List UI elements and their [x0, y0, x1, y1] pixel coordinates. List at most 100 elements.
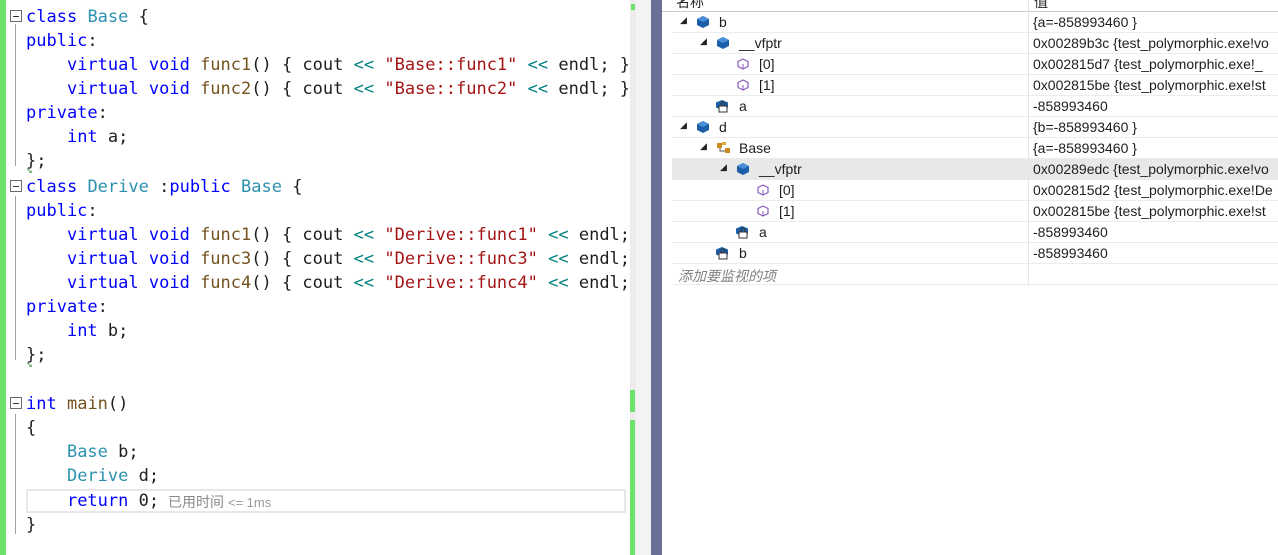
elapsed-label: 已用时间 — [168, 494, 224, 510]
watch-row[interactable]: [1] 0x002815be {test_polymorphic.exe!st — [672, 75, 1278, 96]
code-line[interactable]: } — [0, 513, 630, 537]
code-line[interactable]: public: — [0, 199, 630, 223]
watch-item-name: [1] — [779, 203, 795, 219]
object-icon — [696, 15, 710, 29]
watch-row[interactable]: b -858993460 — [672, 243, 1278, 264]
watch-row[interactable]: a -858993460 — [672, 96, 1278, 117]
fold-guide — [15, 196, 16, 360]
code-text: class Derive :public Base { — [26, 175, 302, 199]
watch-row[interactable]: [1] 0x002815be {test_polymorphic.exe!st — [672, 201, 1278, 222]
code-token: int — [26, 394, 57, 414]
code-token: void — [148, 249, 190, 269]
watch-item-value: {b=-858993460 } — [1033, 119, 1137, 135]
watch-item-name: [0] — [759, 56, 775, 72]
code-token: int — [66, 127, 98, 147]
code-token: public — [169, 177, 231, 197]
column-header-value[interactable]: 值 — [1034, 0, 1048, 12]
watch-row[interactable]: [0] 0x002815d2 {test_polymorphic.exe!De — [672, 180, 1278, 201]
code-text: virtual void func2() { cout << "Base::fu… — [26, 77, 630, 101]
method-icon — [736, 78, 750, 92]
code-line[interactable]: }; — [0, 149, 630, 173]
code-line[interactable]: Derive d; — [0, 464, 630, 488]
code-editor[interactable]: class Base {public: virtual void func1()… — [0, 0, 630, 555]
code-line[interactable]: Base b; — [0, 440, 630, 464]
collapse-toggle-icon[interactable] — [10, 180, 22, 192]
column-header-name[interactable]: 名称 — [676, 0, 704, 12]
pane-splitter[interactable] — [636, 0, 651, 555]
code-token: "Base::func1" — [384, 55, 518, 75]
code-line[interactable]: virtual void func2() { cout << "Base::fu… — [0, 77, 630, 101]
expand-collapse-icon[interactable]: ◢ — [680, 120, 687, 131]
expand-collapse-icon[interactable]: ◢ — [720, 162, 727, 173]
add-watch-placeholder[interactable]: 添加要监视的项 — [678, 266, 776, 286]
code-line[interactable]: public: — [0, 29, 630, 53]
watch-item-name: b — [719, 14, 727, 30]
code-token: main — [66, 394, 108, 414]
code-line[interactable]: virtual void func4() { cout << "Derive::… — [0, 271, 630, 295]
code-line[interactable]: virtual void func1() { cout << "Base::fu… — [0, 53, 630, 77]
collapse-toggle-icon[interactable] — [10, 10, 22, 22]
code-token: virtual — [66, 79, 139, 99]
code-token: << — [353, 249, 375, 269]
watch-item-name: a — [739, 98, 747, 114]
code-text: int b; — [26, 319, 128, 343]
elapsed-time-hint: 已用时间 <= 1ms — [168, 492, 271, 512]
code-line[interactable]: private: — [0, 295, 630, 319]
collapse-toggle-icon[interactable] — [10, 397, 22, 409]
code-line[interactable]: private: — [0, 101, 630, 125]
expand-collapse-icon[interactable]: ◢ — [700, 36, 707, 47]
code-token: << — [548, 249, 569, 269]
code-token: { — [26, 418, 37, 438]
code-token: << — [353, 55, 375, 75]
code-text: Base b; — [26, 440, 139, 464]
code-line[interactable]: virtual void func1() { cout << "Derive::… — [0, 223, 630, 247]
code-line[interactable]: { — [0, 416, 630, 440]
watch-row[interactable]: ◢ __vfptr 0x00289b3c {test_polymorphic.exe… — [672, 33, 1278, 54]
code-token: d; — [128, 466, 160, 486]
code-token: () — [107, 394, 129, 414]
code-line[interactable]: }; — [0, 343, 630, 367]
watch-item-name: [1] — [759, 77, 775, 93]
code-line[interactable]: virtual void func3() { cout << "Derive::… — [0, 247, 630, 271]
code-line[interactable]: int b; — [0, 319, 630, 343]
code-token: void — [148, 79, 190, 99]
code-text: private: — [26, 295, 108, 319]
code-token: Base — [87, 7, 129, 27]
code-text: virtual void func1() { cout << "Base::fu… — [26, 53, 630, 77]
code-token: endl; } — [548, 55, 630, 75]
watch-row[interactable]: ◢ d {b=-858993460 } — [672, 117, 1278, 138]
code-line[interactable]: int a; — [0, 125, 630, 149]
watch-row[interactable]: ◢ Base {a=-858993460 } — [672, 138, 1278, 159]
code-token: << — [548, 225, 569, 245]
expand-collapse-icon[interactable]: ◢ — [700, 141, 707, 152]
watch-row[interactable]: ◢ __vfptr 0x00289edc {test_polymorphic.exe… — [672, 159, 1278, 180]
code-line[interactable]: class Base { — [0, 5, 630, 29]
code-token: "Derive::func3" — [384, 249, 538, 269]
watch-row[interactable]: [0] 0x002815d7 {test_polymorphic.exe!_ — [672, 54, 1278, 75]
code-line[interactable]: class Derive :public Base { — [0, 175, 630, 199]
watch-row[interactable]: a -858993460 — [672, 222, 1278, 243]
expand-collapse-icon[interactable]: ◢ — [680, 15, 687, 26]
object-icon — [696, 120, 710, 134]
code-token: a; — [97, 127, 129, 147]
code-line[interactable] — [0, 367, 630, 391]
code-line[interactable]: int main() — [0, 392, 630, 416]
code-token: : — [97, 103, 108, 123]
watch-row[interactable]: ◢ b {a=-858993460 } — [672, 12, 1278, 33]
watch-window[interactable]: 名称 值 ◢ b {a=-858993460 } ◢ __vfptr 0x00289b3c… — [662, 0, 1278, 555]
